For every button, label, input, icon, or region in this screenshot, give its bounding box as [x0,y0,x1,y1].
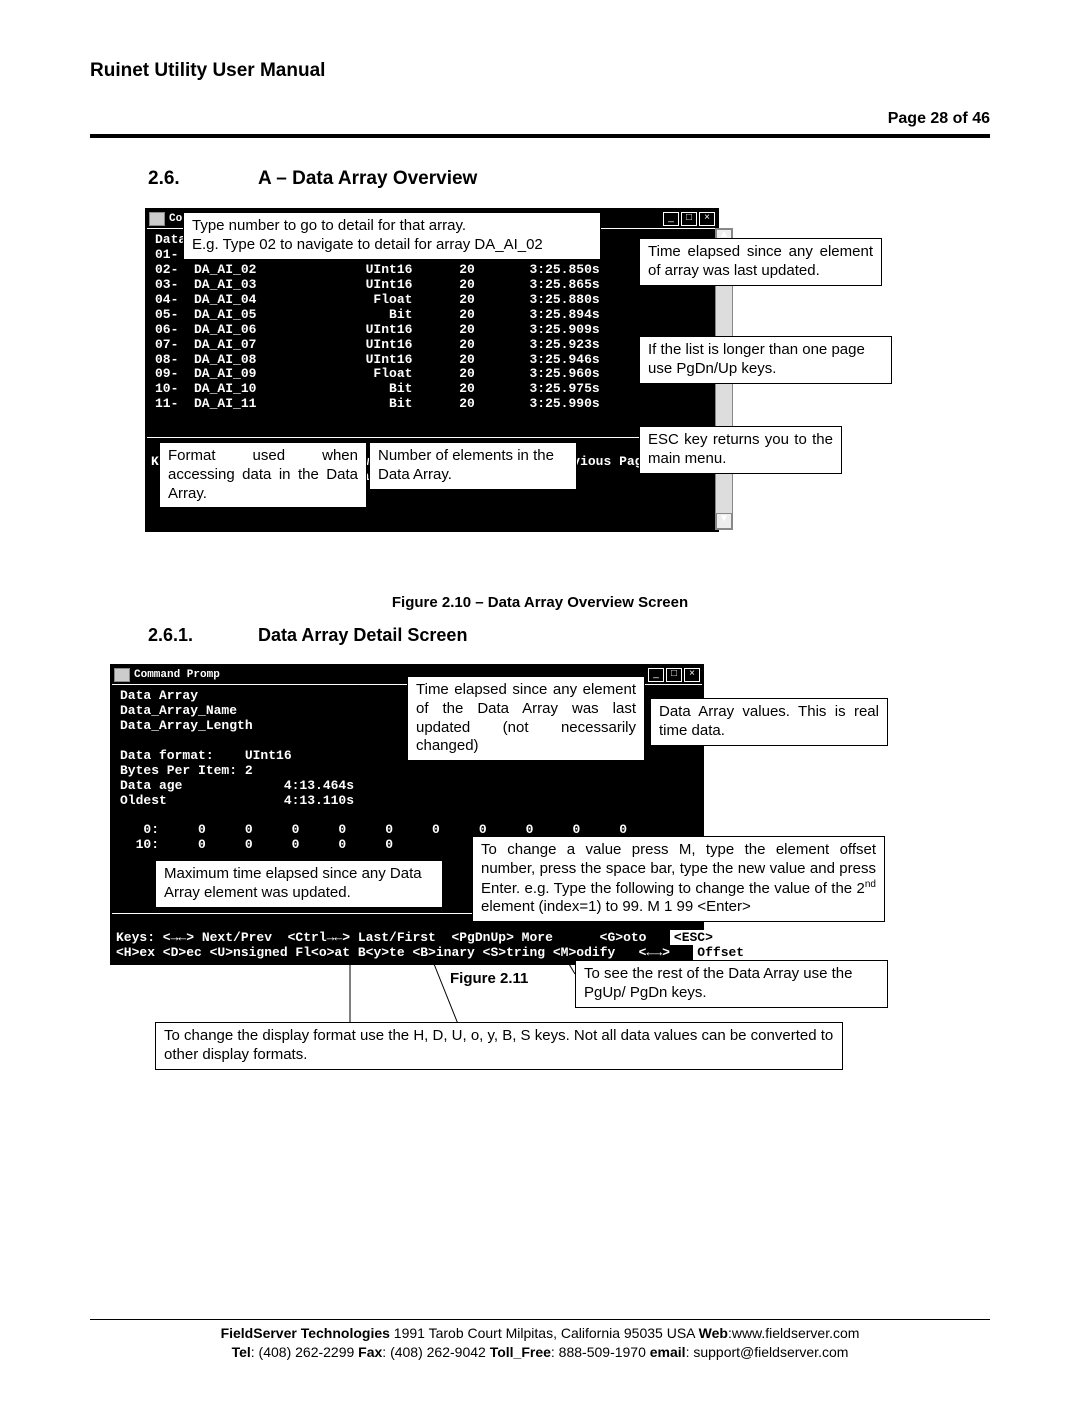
callout-esc: ESC key returns you to the main menu. [639,426,842,474]
status2-line2: <H>ex <D>ec <U>nsigned Fl<o>at B<y>te <B… [116,945,670,960]
app-icon [114,668,130,682]
doc-title: Ruinet Utility User Manual [90,60,990,82]
page-number: Page 28 of 46 [90,110,990,128]
close-button[interactable]: × [684,668,700,682]
esc-label-2: <ESC> [670,930,717,945]
page: Ruinet Utility User Manual Page 28 of 46… [0,0,1080,1402]
callout-display-format: To change the display format use the H, … [155,1022,843,1070]
section-number: 2.6. [148,168,258,190]
section-title: A – Data Array Overview [258,168,477,190]
callout-time-elapsed: Time elapsed since any element of array … [639,238,882,286]
maximize-button[interactable]: □ [666,668,682,682]
close-button[interactable]: × [699,212,715,226]
footer-rule [90,1319,990,1320]
footer-company: FieldServer Technologies [221,1325,390,1341]
footer-email: : support@fieldserver.com [686,1344,849,1360]
offset-label: Offset [693,945,748,960]
callout-max-time: Maximum time elapsed since any Data Arra… [155,860,443,908]
callout-length: Number of elements in the Data Array. [369,442,577,490]
footer: FieldServer Technologies 1991 Tarob Cour… [90,1324,990,1362]
terminal-body: Data Arry Format Length Data Age 01- DA_… [147,229,717,437]
maximize-button[interactable]: □ [681,212,697,226]
subsection-number: 2.6.1. [148,625,258,646]
footer-web: :www.fieldserver.com [728,1325,859,1341]
footer-tf: : 888-509-1970 [551,1344,650,1360]
callout-values: Data Array values. This is real time dat… [650,698,888,746]
callout-pgup-pgdn: To see the rest of the Data Array use th… [575,960,888,1008]
figure-2-10-caption: Figure 2.10 – Data Array Overview Screen [90,594,990,611]
callout-format: Format used when accessing data in the D… [159,442,367,508]
footer-web-lbl: Web [699,1325,728,1341]
scroll-down-icon[interactable]: ▼ [716,513,732,529]
subsection-heading: 2.6.1. Data Array Detail Screen [148,625,990,646]
rule [90,134,990,138]
callout-change-p1: To change a value press M, type the elem… [481,841,876,897]
subsection-title: Data Array Detail Screen [258,625,467,646]
footer-tel: : (408) 262-2299 [251,1344,358,1360]
app-icon [149,212,165,226]
footer-email-lbl: email [650,1344,686,1360]
footer-tf-lbl: Toll_Free [490,1344,551,1360]
callout-time-updated: Time elapsed since any element of the Da… [407,676,645,761]
figure-2-11: Command Promp _ □ × Data Array Data_Arra… [110,664,990,1139]
callout-change-value: To change a value press M, type the elem… [472,836,885,922]
footer-tel-lbl: Tel [232,1344,251,1360]
callout-type-number: Type number to go to detail for that arr… [183,212,601,260]
section-heading: 2.6. A – Data Array Overview [148,168,990,190]
minimize-button[interactable]: _ [648,668,664,682]
callout-change-sup: nd [865,879,876,890]
minimize-button[interactable]: _ [663,212,679,226]
status2-line1: Keys: <→←> Next/Prev <Ctrl→←> Last/First… [116,930,647,945]
footer-fax-lbl: Fax [358,1344,382,1360]
figure-2-11-caption: Figure 2.11 [450,970,528,987]
callout-change-p2: element (index=1) to 99. M 1 99 <Enter> [481,898,751,915]
figure-2-10: Co _ □ × Data Arry Format Length Data Ag… [145,208,915,588]
footer-fax: : (408) 262-9042 [382,1344,489,1360]
callout-pgdn: If the list is longer than one page use … [639,336,892,384]
footer-addr: 1991 Tarob Court Milpitas, California 95… [390,1325,699,1341]
